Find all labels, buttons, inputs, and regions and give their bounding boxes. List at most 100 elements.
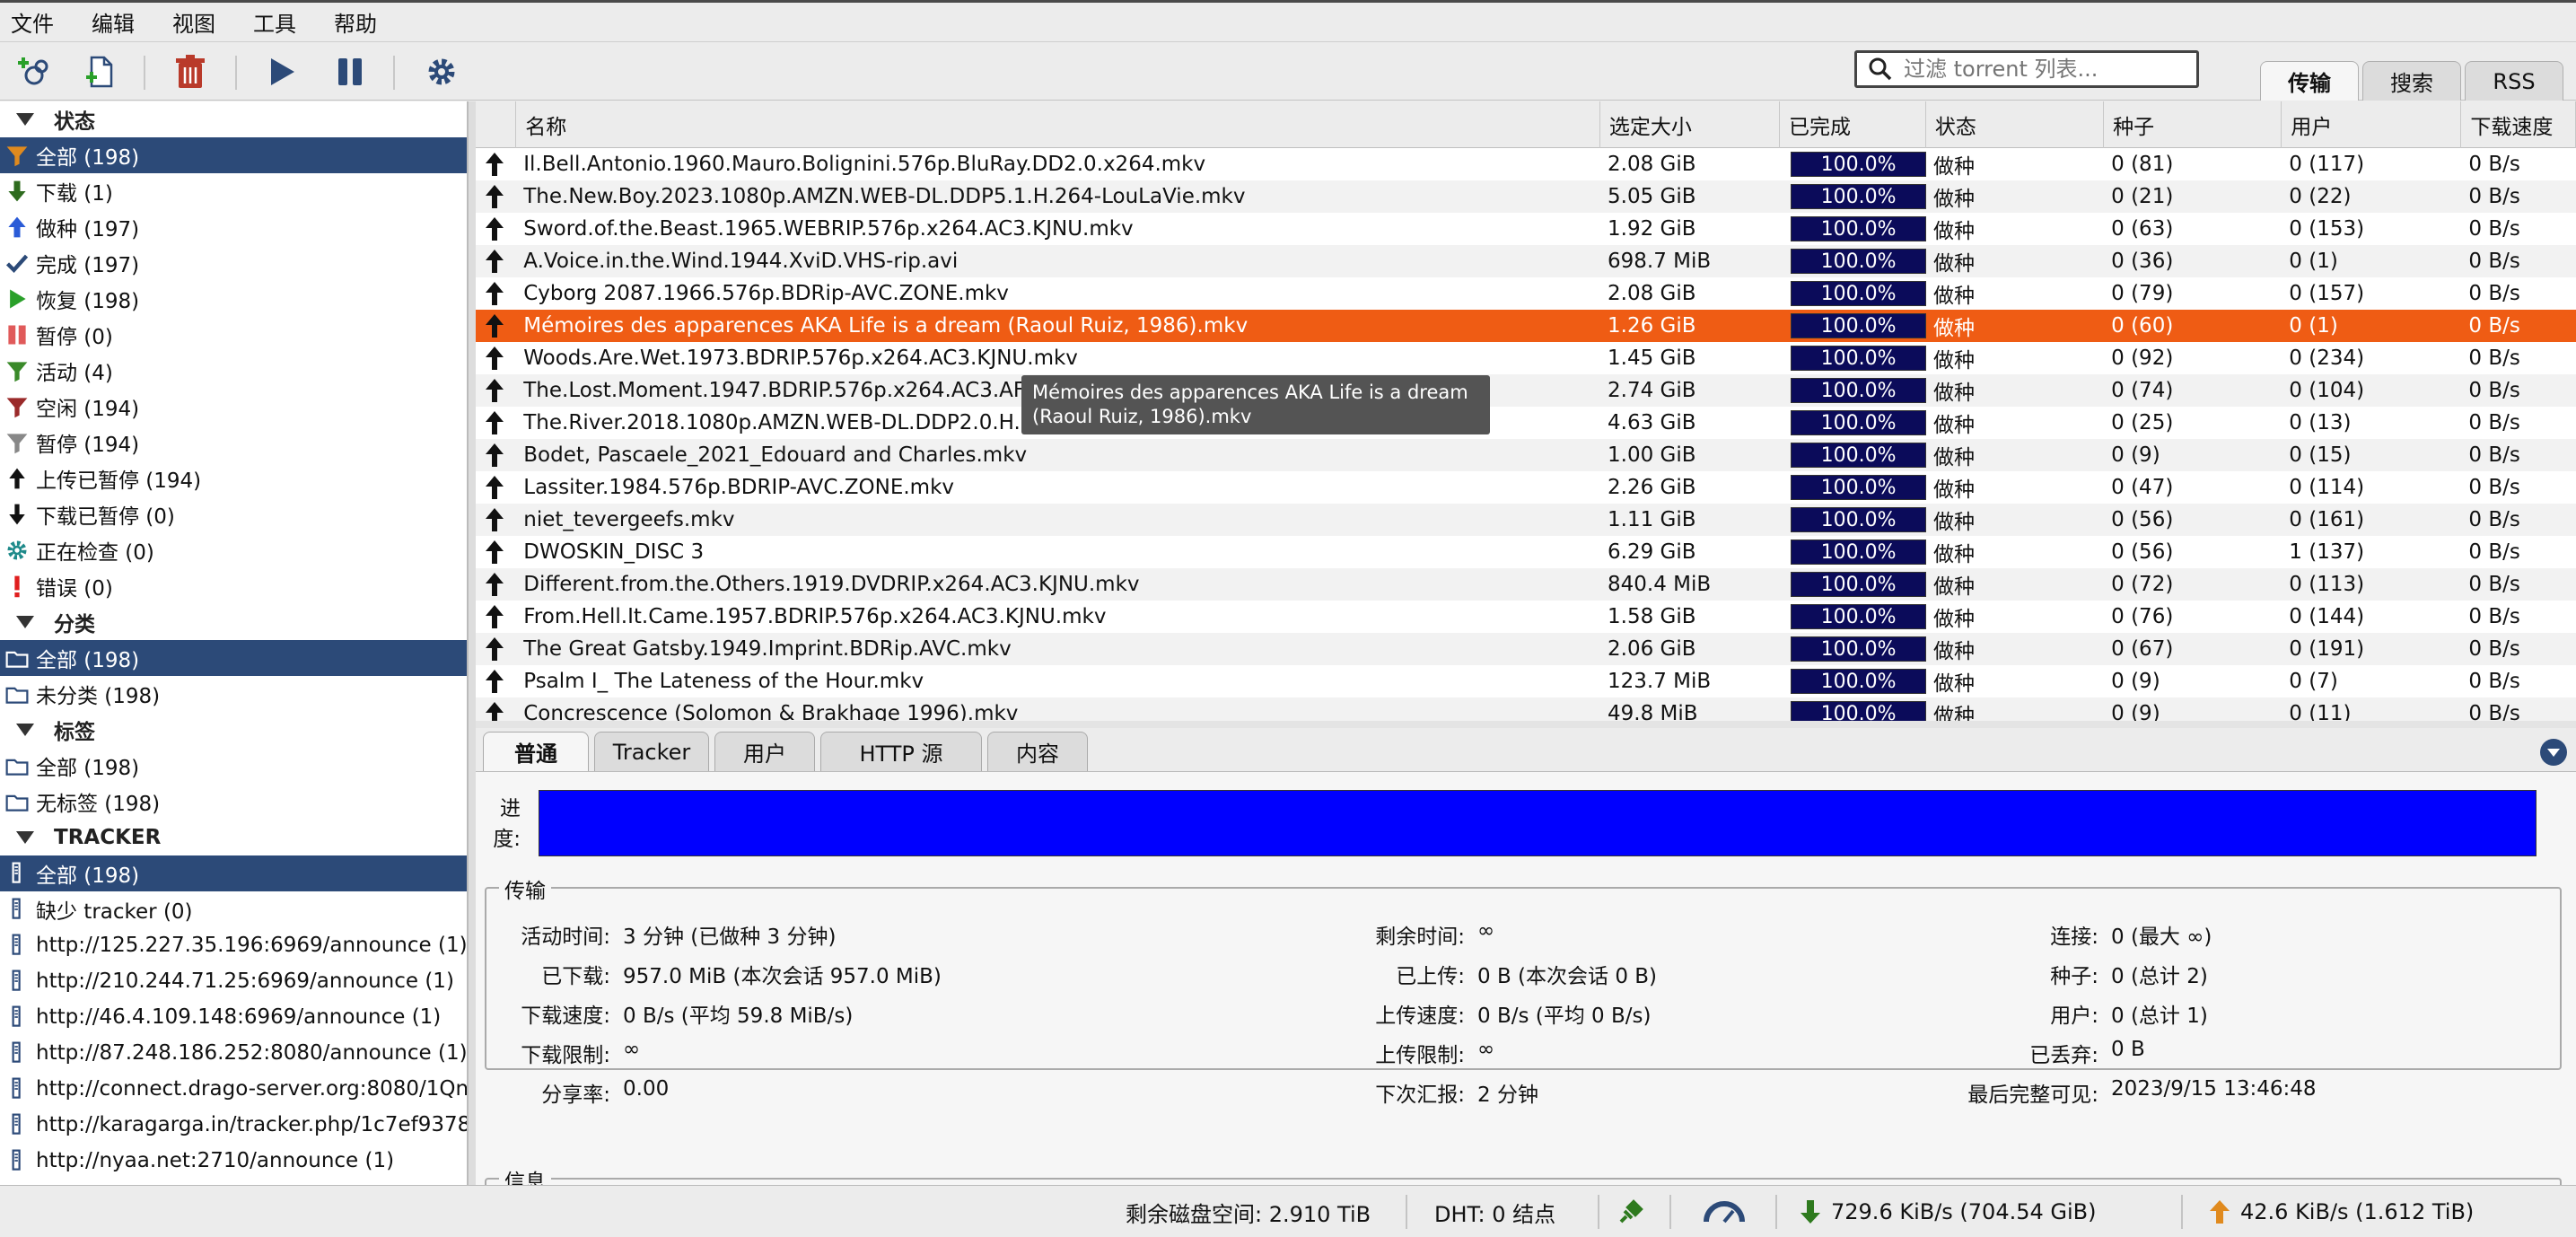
status-filter-item[interactable]: 正在检查 (0) (0, 532, 467, 568)
category-section-header[interactable]: 分类 (0, 604, 467, 640)
status-filter-item-label: 暂停 (0) (36, 326, 113, 349)
detail-tab[interactable]: Tracker (594, 732, 709, 771)
torrent-cell: 100.0% (1780, 633, 1926, 665)
torrent-row[interactable]: From.Hell.It.Came.1957.BDRIP.576p.x264.A… (476, 601, 2576, 633)
status-filter-item[interactable]: 下载 (1) (0, 173, 467, 209)
torrent-row[interactable]: DWOSKIN_DISC 3 6.29 GiB 100.0% 做种 0 (56) 1 (1… (476, 536, 2576, 568)
torrent-list: 名称 选定大小 已完成 状态 种子 用户 下载速度 Il.Bell.Antonio.1960… (476, 101, 2576, 721)
column-header[interactable]: 已完成 (1780, 101, 1926, 148)
torrent-row[interactable]: Psalm I_ The Lateness of the Hour.mkv 123… (476, 665, 2576, 697)
status-filter-item[interactable]: 下载已暂停 (0) (0, 496, 467, 532)
menu-edit[interactable]: 编辑 (92, 6, 135, 38)
torrent-row[interactable]: Mémoires des apparences AKA Life is a dr… (476, 310, 2576, 342)
torrent-row[interactable]: The.Lost.Moment.1947.BDRIP.576p.x264.AC3… (476, 374, 2576, 407)
torrent-cell: 0 (153) (2289, 217, 2365, 241)
settings-button[interactable] (420, 50, 463, 93)
column-header[interactable]: 下载速度 (2461, 101, 2576, 148)
tracker-filter-item[interactable]: 全部 (198) (0, 855, 467, 891)
category-filter-item[interactable]: 全部 (198) (0, 640, 467, 676)
search-input[interactable] (1904, 57, 2191, 82)
torrent-row[interactable]: Woods.Are.Wet.1973.BDRIP.576p.x264.AC3.K… (476, 342, 2576, 374)
tag-filter-item[interactable]: 无标签 (198) (0, 784, 467, 820)
collapse-panel-button[interactable] (2540, 739, 2567, 766)
torrent-cell: Different.from.the.Others.1919.DVDRIP.x2… (523, 573, 1140, 596)
transfer-field-value: 0 (最大 ∞) (2111, 926, 2212, 949)
row-progress-bar: 100.0% (1791, 216, 1926, 241)
menu-view[interactable]: 视图 (172, 6, 215, 38)
torrent-row[interactable]: Bodet, Pascaele_2021_Edouard and Charles… (476, 439, 2576, 471)
tab-rss[interactable]: RSS (2465, 61, 2563, 101)
torrent-row[interactable]: Concrescence (Solomon & Brakhage 1996).m… (476, 697, 2576, 721)
detail-tab[interactable]: 普通 (483, 732, 589, 771)
column-header[interactable]: 状态 (1926, 101, 2105, 148)
category-filter-item[interactable]: 未分类 (198) (0, 676, 467, 712)
status-filter-item[interactable]: 上传已暂停 (194) (0, 461, 467, 496)
tag-section-header[interactable]: 标签 (0, 712, 467, 748)
status-section-header[interactable]: 状态 (0, 101, 467, 137)
folder-icon (2, 750, 32, 781)
detail-tab[interactable]: 内容 (987, 732, 1088, 771)
seeding-up-arrow-icon (476, 374, 516, 407)
torrent-row[interactable]: A.Voice.in.the.Wind.1944.XviD.VHS-rip.av… (476, 245, 2576, 277)
menu-file[interactable]: 文件 (11, 6, 54, 38)
detail-tab[interactable]: HTTP 源 (820, 732, 982, 771)
transfer-field-value: 0.00 (623, 1077, 670, 1101)
delete-button[interactable] (169, 50, 212, 93)
free-disk-space: 剩余磁盘空间: 2.910 TiB (1126, 1201, 1371, 1227)
torrent-row[interactable]: niet_tevergeefs.mkv 1.11 GiB 100.0% 做种 0 (56… (476, 504, 2576, 536)
tab-search[interactable]: 搜索 (2362, 61, 2461, 101)
torrent-cell: 0 (36) (2111, 250, 2174, 273)
torrent-row[interactable]: Cyborg 2087.1966.576p.BDRip-AVC.ZONE.mkv… (476, 277, 2576, 310)
status-filter-item[interactable]: 暂停 (194) (0, 425, 467, 461)
torrent-filter-search[interactable] (1854, 50, 2199, 88)
menu-tools[interactable]: 工具 (253, 6, 296, 38)
status-filter-item[interactable]: 全部 (198) (0, 137, 467, 173)
torrent-cell: 0 (9) (2111, 670, 2160, 693)
column-header[interactable]: 名称 (516, 101, 1600, 148)
row-progress-bar: 100.0% (1791, 152, 1926, 177)
status-filter-item[interactable]: 错误 (0) (0, 568, 467, 604)
torrent-row[interactable]: The.New.Boy.2023.1080p.AMZN.WEB-DL.DDP5.… (476, 180, 2576, 213)
menu-help[interactable]: 帮助 (334, 6, 377, 38)
torrent-row[interactable]: Different.from.the.Others.1919.DVDRIP.x2… (476, 568, 2576, 601)
status-filter-item[interactable]: 暂停 (0) (0, 317, 467, 353)
status-filter-item[interactable]: 空闲 (194) (0, 389, 467, 425)
torrent-row[interactable]: Il.Bell.Antonio.1960.Mauro.Bolignini.576… (476, 148, 2576, 180)
torrent-cell: 做种 (1932, 543, 1975, 566)
transfer-field-value: ∞ (1477, 919, 1495, 943)
torrent-cell: 0 (9) (2111, 702, 2160, 721)
connection-status-button[interactable] (1616, 1186, 1646, 1237)
category-filter-item-label: 未分类 (198) (36, 685, 161, 708)
transfer-field-value: 2023/9/15 13:46:48 (2111, 1077, 2317, 1101)
detail-tab[interactable]: 用户 (714, 732, 815, 771)
column-header[interactable]: 选定大小 (1600, 101, 1780, 148)
row-progress-bar: 100.0% (1791, 378, 1926, 403)
torrent-cell: 做种 (1932, 317, 1975, 340)
status-filter-item[interactable]: 恢复 (198) (0, 281, 467, 317)
torrent-cell: 0 (56) (2111, 508, 2174, 531)
column-header[interactable]: 种子 (2104, 101, 2282, 148)
tracker-section-header[interactable]: TRACKER (0, 820, 467, 855)
add-torrent-link-button[interactable] (11, 50, 54, 93)
torrent-row[interactable]: The Great Gatsby.1949.Imprint.BDRip.AVC.… (476, 633, 2576, 665)
tracker-filter-item[interactable]: http://nyaa.net:2710/announce (1) (0, 1143, 467, 1179)
tracker-filter-item[interactable]: http://karagarga.in/tracker.php/1c7ef937… (0, 1107, 467, 1143)
add-torrent-file-button[interactable] (79, 50, 122, 93)
general-tab-content: 进度: 传输 活动时间: 3 分钟 (已做种 3 分钟) 剩余时间: ∞ 连接: 0 (最… (476, 771, 2576, 1214)
torrent-cell: 做种 (1932, 446, 1975, 469)
speed-limit-button[interactable] (1704, 1186, 1745, 1237)
column-header[interactable]: 用户 (2282, 101, 2462, 148)
torrent-row[interactable]: Sword.of.the.Beast.1965.WEBRIP.576p.x264… (476, 213, 2576, 245)
torrent-cell: 1.00 GiB (1608, 443, 1696, 467)
status-filter-item[interactable]: 做种 (197) (0, 209, 467, 245)
resume-button[interactable] (260, 50, 303, 93)
tag-filter-item[interactable]: 全部 (198) (0, 748, 467, 784)
torrent-cell: 0 (9) (2111, 443, 2160, 467)
status-filter-item[interactable]: 完成 (197) (0, 245, 467, 281)
tab-transfers[interactable]: 传输 (2260, 61, 2359, 101)
pause-button[interactable] (329, 50, 372, 93)
torrent-row[interactable]: Lassiter.1984.576p.BDRIP-AVC.ZONE.mkv 2.2… (476, 471, 2576, 504)
status-filter-item[interactable]: 活动 (4) (0, 353, 467, 389)
torrent-row[interactable]: The.River.2018.1080p.AMZN.WEB-DL.DDP2.0.… (476, 407, 2576, 439)
list-detail-splitter[interactable] (476, 721, 2576, 728)
